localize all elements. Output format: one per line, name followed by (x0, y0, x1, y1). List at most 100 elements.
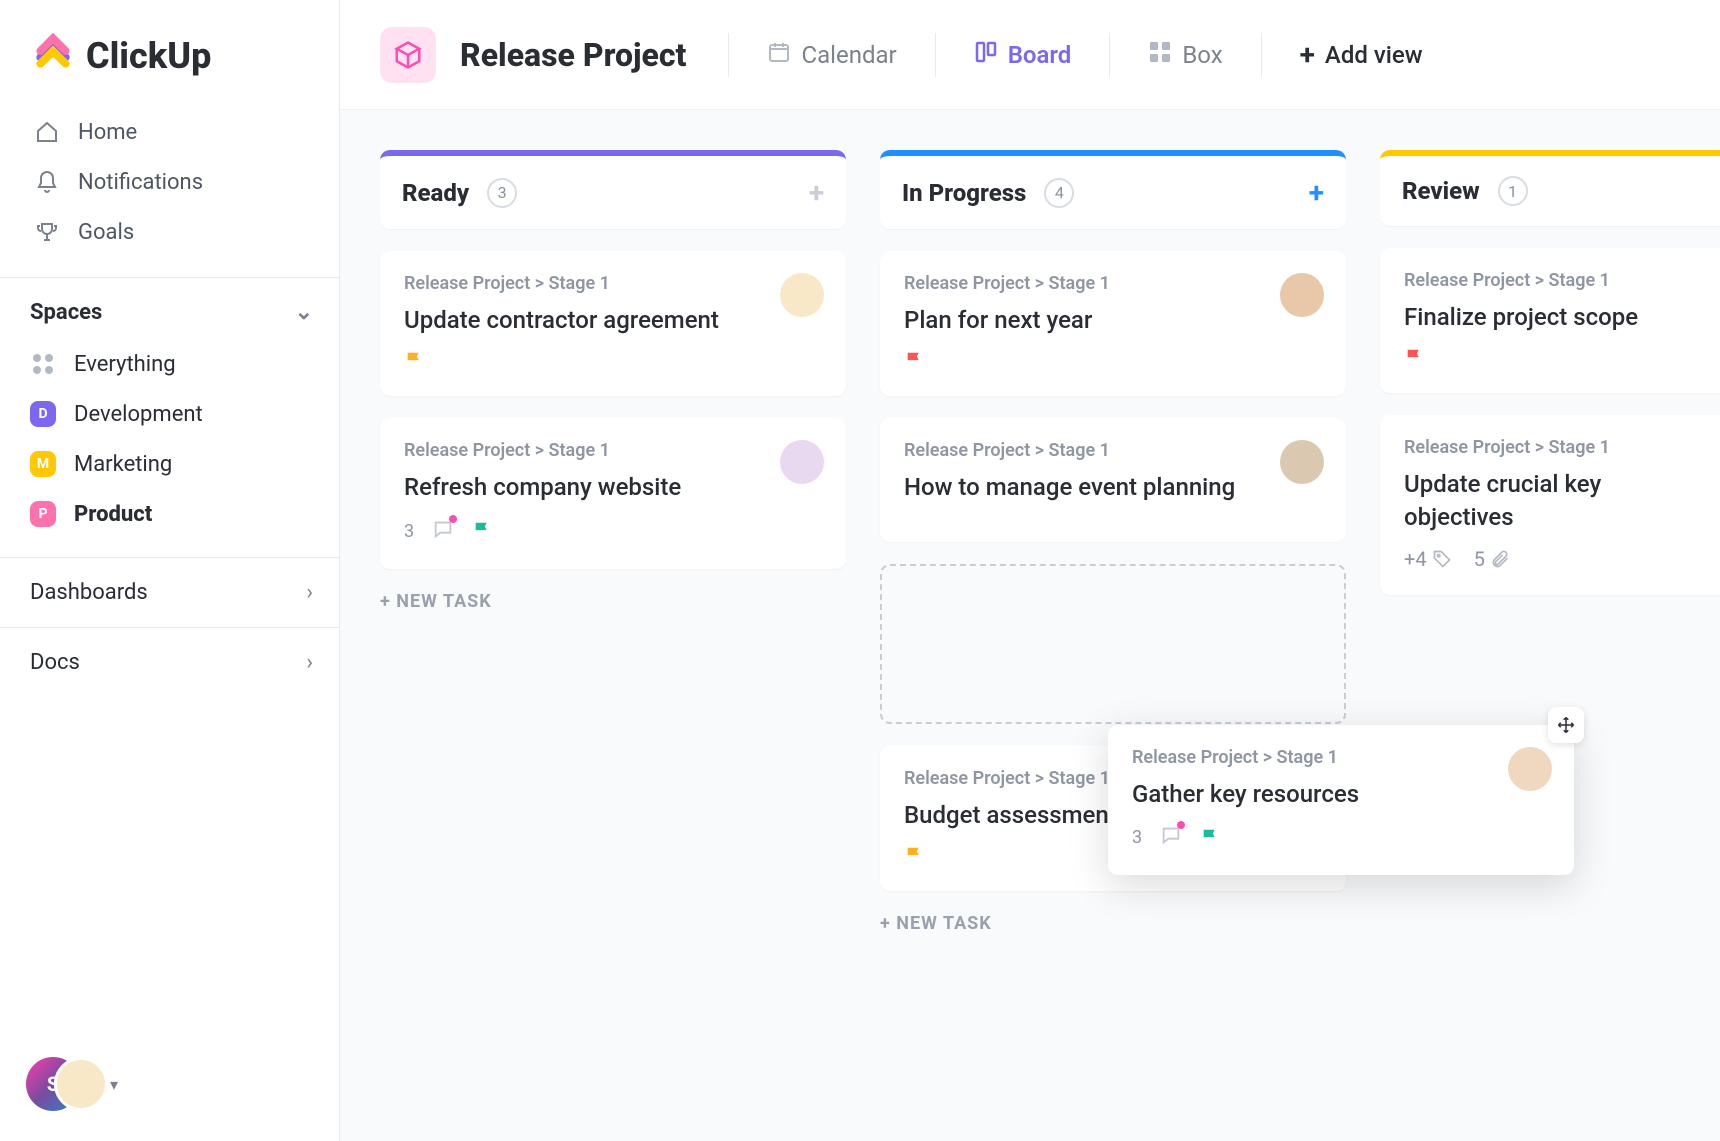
nav-goals[interactable]: Goals (34, 207, 313, 257)
nav-dashboards[interactable]: Dashboards › (0, 557, 339, 627)
task-card[interactable]: Release Project > Stage 1 Refresh compan… (380, 418, 846, 568)
assignee-avatar[interactable] (780, 273, 824, 317)
brand-name: ClickUp (86, 35, 211, 77)
tag-count: +4 (1404, 547, 1427, 571)
card-list: Release Project > Stage 1 Update contrac… (380, 251, 846, 569)
dragging-card[interactable]: Release Project > Stage 1 Gather key res… (1108, 725, 1574, 875)
task-card[interactable]: Release Project > Stage 1 How to manage … (880, 418, 1346, 541)
add-view[interactable]: + Add view (1286, 38, 1437, 71)
card-meta: 3 (1132, 824, 1550, 851)
comment-count: 3 (1132, 827, 1142, 848)
page-header: Release Project Calendar Board Box + Add… (340, 0, 1720, 110)
card-title: Update contractor agreement (404, 304, 822, 336)
caret-down-icon: ▾ (110, 1075, 118, 1094)
nav-label: Home (78, 120, 137, 145)
space-marketing[interactable]: M Marketing (30, 439, 313, 489)
space-label: Product (74, 502, 152, 527)
card-breadcrumb: Release Project > Stage 1 (1404, 270, 1716, 291)
divider (1261, 33, 1262, 77)
space-list: Everything D Development M Marketing P P… (0, 339, 339, 557)
column-header[interactable]: Ready 3 + (380, 150, 846, 229)
card-breadcrumb: Release Project > Stage 1 (904, 440, 1322, 461)
view-label: Board (1008, 41, 1072, 69)
assignee-avatar[interactable] (1508, 747, 1552, 791)
task-card[interactable]: Release Project > Stage 1 Finalize proje… (1380, 248, 1720, 393)
everything-icon (30, 351, 56, 377)
card-meta: +4 5 (1404, 547, 1716, 571)
column-title: Review (1402, 177, 1480, 205)
view-calendar[interactable]: Calendar (753, 40, 910, 70)
column-header[interactable]: Review 1 (1380, 150, 1720, 226)
view-box[interactable]: Box (1134, 40, 1236, 70)
space-product[interactable]: P Product (30, 489, 313, 539)
task-card[interactable]: Release Project > Stage 1 Update contrac… (380, 251, 846, 396)
column-count: 4 (1044, 178, 1074, 208)
sidebar: ClickUp Home Notifications Goals Spaces … (0, 0, 340, 1141)
card-meta: 3 (404, 518, 822, 545)
home-icon (34, 119, 60, 145)
space-development[interactable]: D Development (30, 389, 313, 439)
card-title: Refresh company website (404, 471, 822, 503)
nav-docs[interactable]: Docs › (0, 627, 339, 697)
space-label: Marketing (74, 452, 172, 477)
column-title: In Progress (902, 179, 1026, 207)
flag-icon (904, 845, 926, 867)
space-badge: P (30, 501, 56, 527)
space-badge: M (30, 451, 56, 477)
chevron-right-icon: › (306, 650, 313, 675)
divider (1109, 33, 1110, 77)
card-breadcrumb: Release Project > Stage 1 (1132, 747, 1550, 768)
comment-icon (1160, 824, 1182, 851)
spaces-header[interactable]: Spaces ⌄ (0, 277, 339, 339)
flag-icon (472, 520, 494, 542)
card-title: Finalize project scope (1404, 301, 1716, 333)
chevron-down-icon: ⌄ (295, 300, 313, 325)
drop-placeholder[interactable] (880, 564, 1346, 724)
flag-icon (1404, 347, 1426, 369)
view-label: Add view (1325, 41, 1423, 69)
flag-icon (904, 350, 926, 372)
board-icon (974, 40, 998, 70)
task-card[interactable]: Release Project > Stage 1 Update crucial… (1380, 415, 1720, 595)
assignee-avatar[interactable] (1280, 273, 1324, 317)
divider (935, 33, 936, 77)
trophy-icon (34, 219, 60, 245)
comment-icon (432, 518, 454, 545)
column-count: 1 (1498, 176, 1528, 206)
nav-home[interactable]: Home (34, 107, 313, 157)
profile-switcher[interactable]: S ▾ (26, 1057, 118, 1111)
column-title: Ready (402, 179, 469, 207)
project-title: Release Project (460, 36, 686, 74)
view-board[interactable]: Board (960, 40, 1086, 70)
spaces-title: Spaces (30, 300, 102, 325)
new-task-button[interactable]: + NEW TASK (880, 913, 1346, 934)
space-badge: D (30, 401, 56, 427)
add-card-button[interactable]: + (809, 176, 824, 209)
nav-notifications[interactable]: Notifications (34, 157, 313, 207)
space-label: Development (74, 402, 203, 427)
project-icon[interactable] (380, 27, 436, 83)
card-breadcrumb: Release Project > Stage 1 (904, 273, 1322, 294)
nav-label: Notifications (78, 170, 203, 195)
view-label: Calendar (801, 41, 896, 69)
comment-count: 3 (404, 521, 414, 542)
task-card[interactable]: Release Project > Stage 1 Plan for next … (880, 251, 1346, 396)
space-label: Everything (74, 352, 176, 377)
box-icon (1148, 40, 1172, 70)
avatar-stack: S (26, 1057, 104, 1111)
bell-icon (34, 169, 60, 195)
logo[interactable]: ClickUp (0, 0, 339, 107)
add-card-button[interactable]: + (1309, 176, 1324, 209)
column-header[interactable]: In Progress 4 + (880, 150, 1346, 229)
space-everything[interactable]: Everything (30, 339, 313, 389)
card-title: Gather key resources (1132, 778, 1550, 810)
column-review: Review 1 Release Project > Stage 1 Final… (1380, 150, 1720, 1141)
card-title: How to manage event planning (904, 471, 1322, 503)
divider (728, 33, 729, 77)
new-task-button[interactable]: + NEW TASK (380, 591, 846, 612)
chevron-right-icon: › (306, 580, 313, 605)
move-handle-icon[interactable] (1548, 707, 1584, 743)
section-label: Docs (30, 650, 80, 675)
attachment-count: 5 (1474, 547, 1485, 571)
section-label: Dashboards (30, 580, 148, 605)
